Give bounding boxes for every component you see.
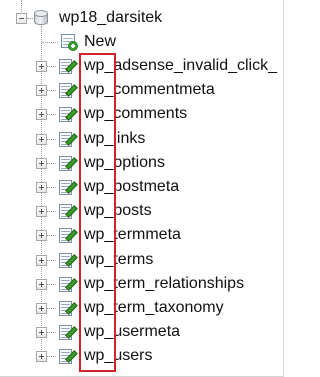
navigation-tree: wp18_darsitek New wp_adsense_invalid_cli… bbox=[0, 0, 284, 377]
expand-icon[interactable] bbox=[36, 61, 47, 72]
table-name-link[interactable]: wp_commentmeta bbox=[84, 81, 215, 99]
table-name-link[interactable]: wp_term_relationships bbox=[84, 275, 244, 293]
expand-icon[interactable] bbox=[36, 109, 47, 121]
table-row[interactable]: wp_usermeta bbox=[0, 320, 283, 344]
table-structure-icon[interactable] bbox=[58, 227, 78, 244]
expand-icon[interactable] bbox=[36, 85, 47, 97]
expand-icon[interactable] bbox=[36, 206, 47, 218]
expand-icon[interactable] bbox=[36, 278, 47, 290]
table-row[interactable]: wp_termmeta bbox=[0, 223, 283, 247]
table-structure-icon[interactable] bbox=[58, 300, 78, 316]
table-name-link[interactable]: wp_terms bbox=[84, 251, 153, 269]
table-name-link[interactable]: wp_users bbox=[84, 347, 152, 365]
table-row[interactable]: wp_adsense_invalid_click_ bbox=[0, 54, 283, 78]
expand-icon[interactable] bbox=[36, 133, 47, 145]
table-structure-icon[interactable] bbox=[58, 58, 78, 74]
table-name-link[interactable]: wp_options bbox=[84, 154, 165, 172]
table-structure-icon[interactable] bbox=[58, 348, 78, 365]
table-structure-icon[interactable] bbox=[58, 106, 78, 123]
database-name[interactable]: wp18_darsitek bbox=[59, 9, 162, 27]
new-table-icon bbox=[60, 33, 78, 51]
new-table-link[interactable]: New bbox=[84, 33, 116, 51]
tree-line bbox=[27, 18, 33, 19]
new-table-row[interactable]: New bbox=[0, 30, 283, 54]
table-structure-icon[interactable] bbox=[58, 252, 78, 268]
table-row[interactable]: wp_term_relationships bbox=[0, 272, 283, 296]
collapse-icon[interactable] bbox=[16, 13, 27, 24]
table-row[interactable]: wp_postmeta bbox=[0, 175, 283, 199]
table-name-link[interactable]: wp_posts bbox=[84, 202, 152, 220]
table-structure-icon[interactable] bbox=[58, 179, 78, 195]
table-row[interactable]: wp_commentmeta bbox=[0, 78, 283, 102]
expand-icon[interactable] bbox=[36, 327, 47, 339]
table-name-link[interactable]: wp_comments bbox=[84, 105, 187, 123]
table-structure-icon[interactable] bbox=[58, 276, 78, 292]
database-icon bbox=[34, 10, 48, 26]
expand-icon[interactable] bbox=[36, 254, 47, 266]
table-name-link[interactable]: wp_term_taxonomy bbox=[84, 299, 224, 317]
expand-icon[interactable] bbox=[36, 351, 47, 363]
table-structure-icon[interactable] bbox=[58, 203, 78, 220]
table-structure-icon[interactable] bbox=[58, 155, 78, 171]
table-name-link[interactable]: wp_usermeta bbox=[84, 323, 180, 341]
expand-icon[interactable] bbox=[36, 157, 47, 169]
table-name-link[interactable]: wp_termmeta bbox=[84, 226, 181, 244]
table-structure-icon[interactable] bbox=[58, 82, 78, 99]
table-structure-icon[interactable] bbox=[58, 324, 78, 341]
table-name-link[interactable]: wp_adsense_invalid_click_ bbox=[84, 57, 277, 75]
database-row[interactable]: wp18_darsitek bbox=[0, 6, 283, 30]
expand-icon[interactable] bbox=[36, 182, 47, 193]
table-row[interactable]: wp_links bbox=[0, 127, 283, 151]
table-row[interactable]: wp_options bbox=[0, 151, 283, 175]
table-name-link[interactable]: wp_links bbox=[84, 130, 145, 148]
table-row[interactable]: wp_posts bbox=[0, 199, 283, 223]
table-structure-icon[interactable] bbox=[58, 131, 78, 147]
tree-line bbox=[42, 42, 58, 43]
table-name-link[interactable]: wp_postmeta bbox=[84, 178, 179, 196]
table-row[interactable]: wp_comments bbox=[0, 102, 283, 126]
table-row[interactable]: wp_terms bbox=[0, 248, 283, 272]
expand-icon[interactable] bbox=[36, 303, 47, 314]
table-row[interactable]: wp_users bbox=[0, 344, 283, 368]
expand-icon[interactable] bbox=[36, 230, 47, 242]
table-row[interactable]: wp_term_taxonomy bbox=[0, 296, 283, 320]
